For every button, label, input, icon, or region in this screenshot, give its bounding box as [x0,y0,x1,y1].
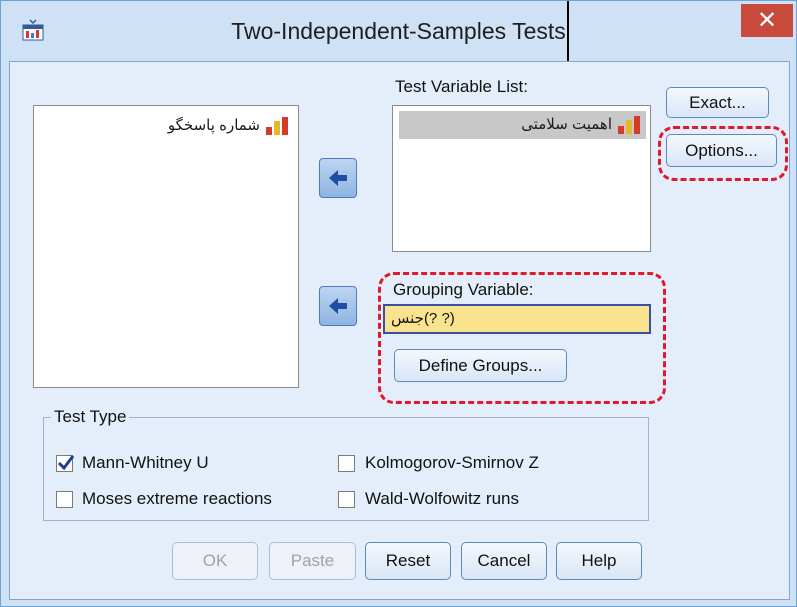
mann-whitney-checkbox[interactable] [56,455,75,472]
kolmogorov-smirnov-label[interactable]: Kolmogorov-Smirnov Z [365,453,539,473]
test-variable-list-label: Test Variable List: [395,77,528,96]
dialog-body: شماره پاسخگو Test Variable List: اهمیت س… [9,61,790,600]
list-item-label: اهمیت سلامتی [521,116,612,133]
list-item[interactable]: شماره پاسخگو [44,112,294,140]
list-item-label: شماره پاسخگو [167,117,260,134]
checkmark-icon [57,455,75,471]
help-button[interactable]: Help [556,542,642,580]
test-variable-list[interactable]: اهمیت سلامتی [392,105,651,252]
grouping-variable-label: Grouping Variable: [393,280,534,299]
kolmogorov-smirnov-checkbox[interactable] [338,455,355,472]
wald-wolfowitz-label[interactable]: Wald-Wolfowitz runs [365,489,519,509]
test-type-legend: Test Type [51,407,130,427]
dialog-window: Two-Independent-Samples Tests ✕ شماره پا… [0,0,797,607]
reset-button[interactable]: Reset [365,542,451,580]
scale-variable-icon [266,117,288,135]
mann-whitney-label[interactable]: Mann-Whitney U [82,453,209,473]
exact-button[interactable]: Exact... [666,87,769,118]
list-item[interactable]: اهمیت سلامتی [399,111,646,139]
wald-wolfowitz-checkbox[interactable] [338,491,355,508]
close-button[interactable]: ✕ [741,4,793,37]
define-groups-button[interactable]: Define Groups... [394,349,567,382]
window-title: Two-Independent-Samples Tests [231,18,566,44]
arrow-left-icon [329,170,347,186]
cancel-button[interactable]: Cancel [461,542,547,580]
options-button[interactable]: Options... [666,134,777,167]
source-variable-list[interactable]: شماره پاسخگو [33,105,299,388]
title-bar[interactable]: Two-Independent-Samples Tests ✕ [1,1,796,61]
moses-checkbox[interactable] [56,491,73,508]
paste-button[interactable]: Paste [269,542,356,580]
move-to-test-list-button[interactable] [319,158,357,198]
moses-label[interactable]: Moses extreme reactions [82,489,272,509]
scale-variable-icon [618,116,640,134]
move-to-grouping-button[interactable] [319,286,357,326]
ok-button[interactable]: OK [172,542,258,580]
arrow-left-icon [329,298,347,314]
grouping-variable-field[interactable]: جنس(? ?) [383,304,651,334]
